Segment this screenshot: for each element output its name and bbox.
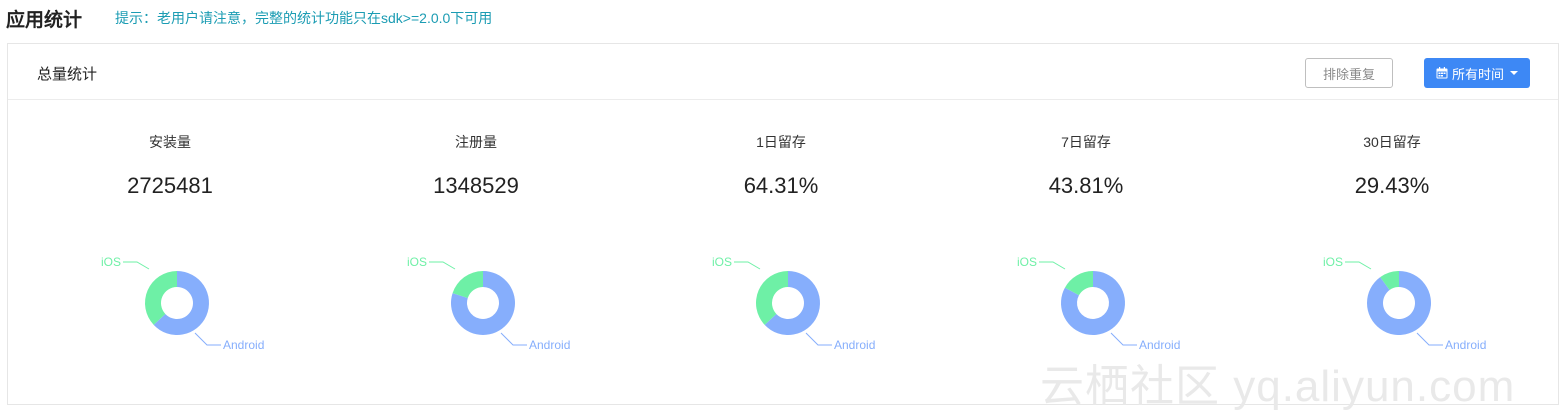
- ios-label: iOS: [712, 255, 732, 269]
- stat-value: 29.43%: [1354, 173, 1430, 198]
- android-leader-line: [1110, 332, 1137, 346]
- stat-label: 30日留存: [1363, 134, 1421, 150]
- platform-donut-chart: iOSAndroid: [1323, 255, 1486, 352]
- ios-label: iOS: [1017, 255, 1037, 269]
- android-leader-line: [1416, 332, 1443, 346]
- android-label: Android: [834, 338, 875, 352]
- stat-label: 注册量: [455, 134, 497, 150]
- page-header: 应用统计 提示：老用户请注意，完整的统计功能只在sdk>=2.0.0下可用: [6, 0, 492, 36]
- platform-donut-chart: iOSAndroid: [1017, 255, 1180, 352]
- android-label: Android: [529, 338, 570, 352]
- stat-label: 安装量: [149, 134, 191, 150]
- platform-donut-chart: iOS Android: [712, 255, 875, 352]
- panel-title: 总量统计: [37, 66, 98, 83]
- stat-value: 2725481: [127, 173, 213, 198]
- ios-label: iOS: [407, 255, 427, 269]
- platform-donut-chart: iOS Android: [407, 255, 570, 352]
- ios-slice: [756, 271, 788, 325]
- stat-value: 43.81%: [1048, 173, 1124, 198]
- ios-leader-line: [1345, 261, 1372, 270]
- caret-down-icon: [1510, 71, 1518, 75]
- android-label: Android: [223, 338, 264, 352]
- android-slice: [1367, 271, 1431, 335]
- calendar-icon: [1436, 67, 1448, 79]
- ios-label: iOS: [1323, 255, 1343, 269]
- android-leader-line: [194, 332, 221, 346]
- watermark: 云栖社区 yq.aliyun.com: [1040, 362, 1516, 411]
- android-leader-line: [805, 332, 832, 346]
- ios-label: iOS: [101, 255, 121, 269]
- page-title: 应用统计: [6, 9, 83, 31]
- panel-header: 总量统计 排除重复 所有时间: [8, 44, 1558, 100]
- ios-slice: [452, 271, 483, 299]
- stat-label: 7日留存: [1061, 134, 1111, 150]
- stat-value: 64.31%: [743, 173, 819, 198]
- stat-value: 1348529: [433, 173, 519, 198]
- dedupe-button-label: 排除重复: [1322, 66, 1375, 82]
- ios-leader-line: [429, 261, 456, 270]
- stat-label: 1日留存: [756, 134, 806, 150]
- platform-donut-chart: iOS Android: [101, 255, 264, 352]
- ios-slice: [145, 271, 177, 325]
- time-range-label: 所有时间: [1451, 66, 1504, 82]
- ios-leader-line: [734, 261, 761, 270]
- android-leader-line: [500, 332, 527, 346]
- notice-text: 提示：老用户请注意，完整的统计功能只在sdk>=2.0.0下可用: [115, 10, 493, 26]
- dedupe-button[interactable]: 排除重复: [1305, 58, 1393, 88]
- ios-leader-line: [123, 261, 150, 270]
- ios-leader-line: [1039, 261, 1066, 270]
- time-range-dropdown[interactable]: 所有时间: [1424, 58, 1530, 88]
